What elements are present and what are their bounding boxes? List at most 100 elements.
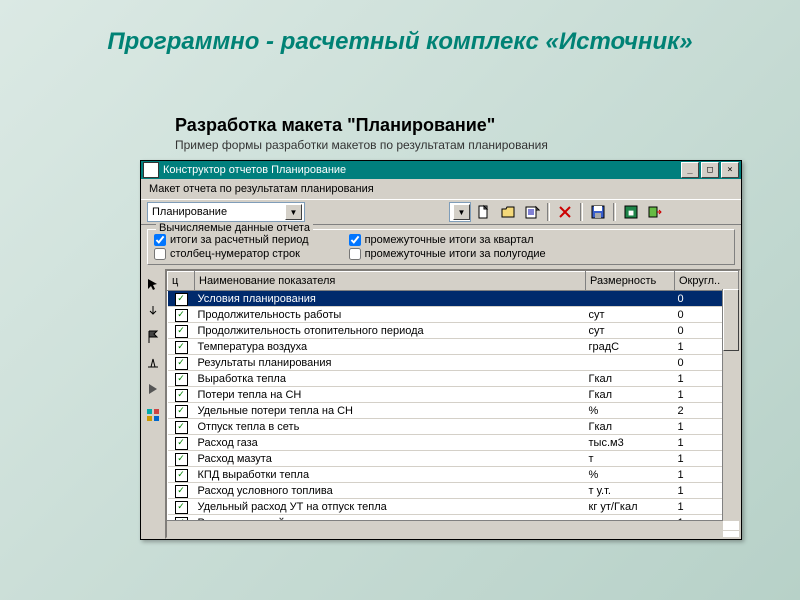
- grid-tool[interactable]: [143, 405, 163, 425]
- row-checkbox-cell[interactable]: ✓: [168, 467, 195, 483]
- layout-select[interactable]: Планирование ▼: [147, 202, 305, 222]
- excel-button[interactable]: ■: [620, 202, 642, 222]
- col-check[interactable]: ц: [168, 272, 195, 291]
- row-checkbox-cell[interactable]: ✓: [168, 499, 195, 515]
- row-name: Температура воздуха: [195, 339, 586, 355]
- check-icon: ✓: [175, 373, 188, 386]
- checkbox-label: промежуточные итоги за квартал: [365, 234, 534, 246]
- table-row[interactable]: ✓Условия планирования0: [168, 291, 739, 307]
- vertical-scrollbar[interactable]: [722, 289, 739, 521]
- row-checkbox-cell[interactable]: ✓: [168, 307, 195, 323]
- checkbox-option[interactable]: итоги за расчетный период: [154, 234, 309, 246]
- col-unit[interactable]: Размерность: [586, 272, 675, 291]
- window-title: Конструктор отчетов Планирование: [163, 164, 679, 176]
- insert-tool[interactable]: [143, 353, 163, 373]
- check-icon: ✓: [175, 437, 188, 450]
- table-row[interactable]: ✓Выработка теплаГкал1: [168, 371, 739, 387]
- row-unit: [586, 355, 675, 371]
- delete-button[interactable]: [554, 202, 576, 222]
- col-name[interactable]: Наименование показателя: [195, 272, 586, 291]
- pointer-tool[interactable]: [143, 275, 163, 295]
- maximize-button[interactable]: □: [701, 162, 719, 178]
- check-icon: ✓: [175, 389, 188, 402]
- table-row[interactable]: ✓Удельный расход УТ на отпуск теплакг ут…: [168, 499, 739, 515]
- checkbox[interactable]: [154, 248, 166, 260]
- table-row[interactable]: ✓Удельные потери тепла на СН%2: [168, 403, 739, 419]
- row-name: КПД выработки тепла: [195, 467, 586, 483]
- checkbox-option[interactable]: промежуточные итоги за полугодие: [349, 248, 546, 260]
- row-unit: [586, 291, 675, 307]
- table-row[interactable]: ✓КПД выработки тепла%1: [168, 467, 739, 483]
- slide-subtitle: Разработка макета "Планирование": [175, 115, 495, 136]
- move-down-tool[interactable]: [143, 301, 163, 321]
- chevron-down-icon[interactable]: ▼: [453, 204, 470, 220]
- checkbox-option[interactable]: столбец-нумератор строк: [154, 248, 309, 260]
- row-checkbox-cell[interactable]: ✓: [168, 371, 195, 387]
- save-button[interactable]: [587, 202, 609, 222]
- table-row[interactable]: ✓Расход мазутат1: [168, 451, 739, 467]
- row-unit: кг ут/Гкал: [586, 499, 675, 515]
- titlebar[interactable]: Конструктор отчетов Планирование _ □ ×: [141, 161, 741, 179]
- separator: [547, 203, 550, 221]
- next-tool[interactable]: [143, 379, 163, 399]
- table-row[interactable]: ✓Расход условного топливат у.т.1: [168, 483, 739, 499]
- data-grid[interactable]: ц Наименование показателя Размерность Ок…: [165, 269, 741, 539]
- chevron-down-icon[interactable]: ▼: [285, 204, 302, 220]
- flag-tool[interactable]: [143, 327, 163, 347]
- check-icon: ✓: [175, 469, 188, 482]
- check-icon: ✓: [175, 485, 188, 498]
- check-icon: ✓: [175, 293, 188, 306]
- close-button[interactable]: ×: [721, 162, 739, 178]
- row-checkbox-cell[interactable]: ✓: [168, 339, 195, 355]
- row-checkbox-cell[interactable]: ✓: [168, 419, 195, 435]
- row-unit: %: [586, 467, 675, 483]
- row-checkbox-cell[interactable]: ✓: [168, 483, 195, 499]
- row-unit: Гкал: [586, 419, 675, 435]
- checkbox-option[interactable]: промежуточные итоги за квартал: [349, 234, 546, 246]
- open-button[interactable]: [497, 202, 519, 222]
- table-row[interactable]: ✓Расход газатыс.м31: [168, 435, 739, 451]
- checkbox-label: столбец-нумератор строк: [170, 248, 300, 260]
- row-unit: т: [586, 451, 675, 467]
- table-row[interactable]: ✓Продолжительность отопительного периода…: [168, 323, 739, 339]
- row-checkbox-cell[interactable]: ✓: [168, 451, 195, 467]
- table-row[interactable]: ✓Результаты планирования0: [168, 355, 739, 371]
- table-row[interactable]: ✓Температура воздухаградС1: [168, 339, 739, 355]
- horizontal-scrollbar[interactable]: [167, 520, 723, 537]
- minimize-button[interactable]: _: [681, 162, 699, 178]
- row-checkbox-cell[interactable]: ✓: [168, 435, 195, 451]
- app-window: Конструктор отчетов Планирование _ □ × М…: [140, 160, 742, 540]
- table-row[interactable]: ✓Продолжительность работысут0: [168, 307, 739, 323]
- row-checkbox-cell[interactable]: ✓: [168, 355, 195, 371]
- checkbox[interactable]: [349, 248, 361, 260]
- new-button[interactable]: [473, 202, 495, 222]
- check-icon: ✓: [175, 357, 188, 370]
- checkbox[interactable]: [349, 234, 361, 246]
- scroll-thumb[interactable]: [723, 289, 739, 351]
- row-unit: %: [586, 403, 675, 419]
- row-name: Расход газа: [195, 435, 586, 451]
- row-name: Расход условного топлива: [195, 483, 586, 499]
- properties-button[interactable]: [521, 202, 543, 222]
- row-name: Удельные потери тепла на СН: [195, 403, 586, 419]
- row-name: Расход мазута: [195, 451, 586, 467]
- row-unit: сут: [586, 323, 675, 339]
- row-checkbox-cell[interactable]: ✓: [168, 387, 195, 403]
- group-legend: Вычисляемые данные отчета: [156, 222, 313, 234]
- checkbox[interactable]: [154, 234, 166, 246]
- row-checkbox-cell[interactable]: ✓: [168, 403, 195, 419]
- row-name: Отпуск тепла в сеть: [195, 419, 586, 435]
- check-icon: ✓: [175, 309, 188, 322]
- row-checkbox-cell[interactable]: ✓: [168, 291, 195, 307]
- check-icon: ✓: [175, 453, 188, 466]
- layout-select-value: Планирование: [152, 206, 227, 218]
- app-icon: [143, 162, 159, 178]
- row-unit: Гкал: [586, 387, 675, 403]
- table-row[interactable]: ✓Потери тепла на СНГкал1: [168, 387, 739, 403]
- table-row[interactable]: ✓Отпуск тепла в сетьГкал1: [168, 419, 739, 435]
- exit-button[interactable]: [644, 202, 666, 222]
- checkbox-label: промежуточные итоги за полугодие: [365, 248, 546, 260]
- row-checkbox-cell[interactable]: ✓: [168, 323, 195, 339]
- col-round[interactable]: Округл..: [675, 272, 739, 291]
- sidebar-toolbar: [141, 269, 165, 539]
